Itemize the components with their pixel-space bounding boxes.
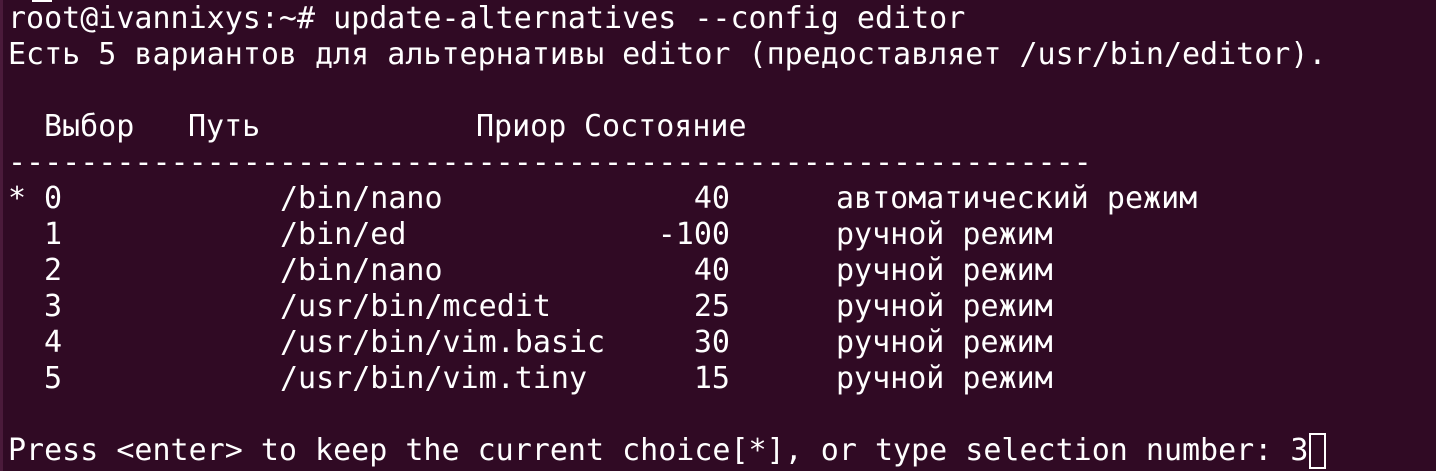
row-path: /usr/bin/vim.tiny bbox=[280, 361, 588, 396]
table-row: 2 /bin/nano 40 ручной режим bbox=[8, 253, 1408, 289]
header-selection: Выбор bbox=[44, 109, 135, 144]
table-row: * 0 /bin/nano 40 автоматический режим bbox=[8, 181, 1408, 217]
terminal-left-edge bbox=[0, 0, 3, 471]
selection-prompt[interactable]: Press <enter> to keep the current choice… bbox=[8, 433, 1327, 469]
row-priority: -100 bbox=[657, 217, 730, 252]
row-path: /usr/bin/vim.basic bbox=[280, 325, 606, 360]
row-status: ручной режим bbox=[836, 289, 1053, 324]
table-row: 3 /usr/bin/mcedit 25 ручной режим bbox=[8, 289, 1408, 325]
header-priority: Приор bbox=[476, 109, 567, 144]
table-separator: ----------------------------------------… bbox=[8, 145, 1092, 180]
info-line: Есть 5 вариантов для альтернативы editor… bbox=[8, 37, 1327, 72]
row-priority: 40 bbox=[693, 253, 730, 288]
row-selection: 2 bbox=[44, 253, 63, 288]
row-priority: 25 bbox=[693, 289, 730, 324]
row-selection: 4 bbox=[44, 325, 63, 360]
command-line: root@ivannixys:~# update-alternatives --… bbox=[8, 1, 966, 36]
row-path: /bin/nano bbox=[280, 253, 443, 288]
prompt-text: Press <enter> to keep the current choice… bbox=[8, 433, 1291, 468]
terminal-window[interactable]: root@ivannixys:~# update-alternatives --… bbox=[0, 0, 1436, 471]
row-status: ручной режим bbox=[836, 253, 1053, 288]
row-selection: 1 bbox=[44, 217, 63, 252]
table-row: 5 /usr/bin/vim.tiny 15 ручной режим bbox=[8, 361, 1408, 397]
row-priority: 40 bbox=[693, 181, 730, 216]
row-path: /bin/ed bbox=[280, 217, 407, 252]
block-cursor bbox=[1309, 433, 1327, 469]
row-selection: 0 bbox=[44, 181, 63, 216]
selection-input[interactable]: 3 bbox=[1290, 433, 1308, 468]
row-priority: 15 bbox=[693, 361, 730, 396]
row-status: ручной режим bbox=[836, 361, 1053, 396]
table-header: Выбор Путь Приор Состояние bbox=[8, 109, 1408, 145]
row-status: ручной режим bbox=[836, 325, 1053, 360]
row-path: /usr/bin/mcedit bbox=[280, 289, 551, 324]
row-status: автоматический режим bbox=[836, 181, 1198, 216]
row-selection: 5 bbox=[44, 361, 63, 396]
row-path: /bin/nano bbox=[280, 181, 443, 216]
table-row: 1 /bin/ed -100 ручной режим bbox=[8, 217, 1408, 253]
header-path: Путь bbox=[188, 109, 261, 144]
header-status: Состояние bbox=[584, 109, 747, 144]
table-row: 4 /usr/bin/vim.basic 30 ручной режим bbox=[8, 325, 1408, 361]
row-selection: 3 bbox=[44, 289, 63, 324]
current-choice-marker: * bbox=[8, 181, 27, 216]
row-status: ручной режим bbox=[836, 217, 1053, 252]
row-priority: 30 bbox=[693, 325, 730, 360]
